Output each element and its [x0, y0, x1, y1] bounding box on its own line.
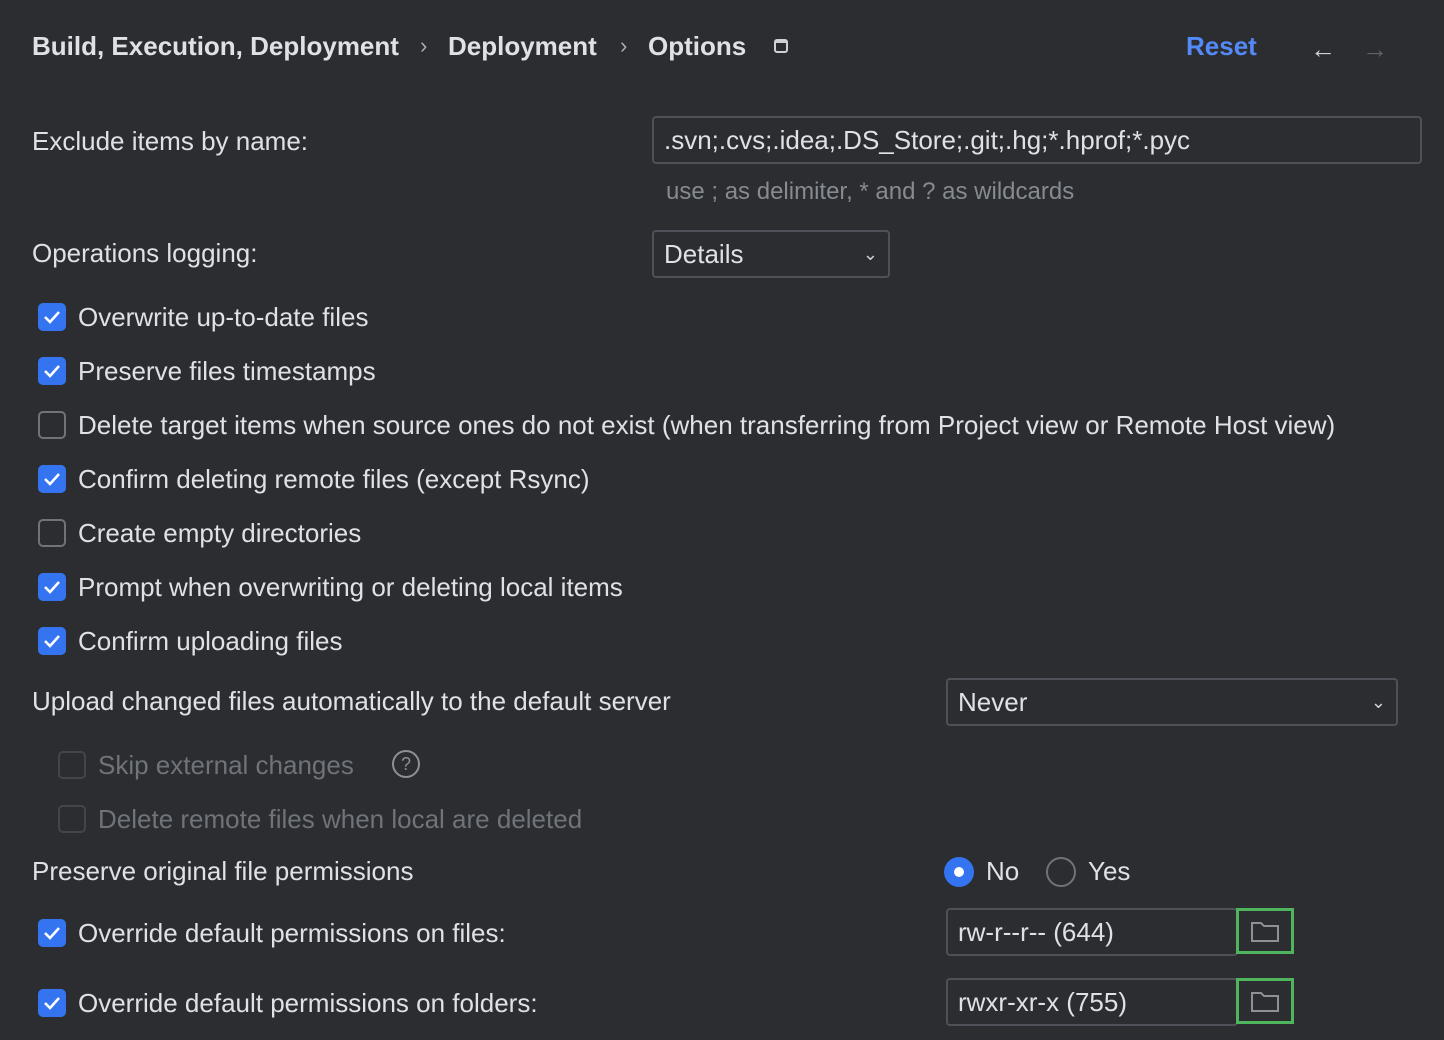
delete-remote-checkbox[interactable] [58, 805, 86, 833]
radio-no[interactable] [944, 857, 974, 887]
file-permissions-value: rw-r--r-- (644) [958, 917, 1114, 948]
skip-external-checkbox[interactable] [58, 751, 86, 779]
option-checkbox[interactable] [38, 519, 66, 547]
upload-label: Upload changed files automatically to th… [32, 686, 671, 717]
chevron-down-icon: ⌄ [863, 244, 878, 265]
chevron-right-icon: › [620, 33, 627, 59]
logging-label: Operations logging: [32, 238, 257, 269]
radio-no-label: No [986, 856, 1019, 887]
folder-icon [1250, 989, 1280, 1013]
file-permissions-input[interactable]: rw-r--r-- (644) [946, 908, 1238, 956]
upload-value: Never [958, 687, 1027, 718]
reset-button[interactable]: Reset [1186, 31, 1257, 62]
option-label: Preserve files timestamps [78, 356, 376, 387]
window-icon[interactable] [774, 39, 788, 53]
exclude-input[interactable]: .svn;.cvs;.idea;.DS_Store;.git;.hg;*.hpr… [652, 116, 1422, 164]
skip-external-label: Skip external changes [98, 750, 354, 781]
logging-value: Details [664, 239, 743, 270]
option-checkbox[interactable] [38, 303, 66, 331]
exclude-value: .svn;.cvs;.idea;.DS_Store;.git;.hg;*.hpr… [664, 125, 1190, 156]
override-folders-checkbox[interactable] [38, 989, 66, 1017]
delete-remote-label: Delete remote files when local are delet… [98, 804, 582, 835]
arrow-right-icon[interactable]: → [1362, 34, 1388, 65]
radio-yes-label: Yes [1088, 856, 1130, 887]
preserve-permissions-label: Preserve original file permissions [32, 856, 413, 887]
radio-yes[interactable] [1046, 857, 1076, 887]
option-label: Create empty directories [78, 518, 361, 549]
chevron-down-icon: ⌄ [1371, 692, 1386, 713]
exclude-hint: use ; as delimiter, * and ? as wildcards [666, 178, 1074, 206]
option-label: Delete target items when source ones do … [78, 410, 1335, 441]
option-label: Prompt when overwriting or deleting loca… [78, 572, 623, 603]
arrow-left-icon[interactable]: ← [1310, 34, 1336, 65]
option-label: Overwrite up-to-date files [78, 302, 368, 333]
breadcrumb-item[interactable]: Build, Execution, Deployment [32, 31, 399, 62]
override-files-checkbox[interactable] [38, 919, 66, 947]
chevron-right-icon: › [420, 33, 427, 59]
option-checkbox[interactable] [38, 411, 66, 439]
breadcrumb-item[interactable]: Deployment [448, 31, 597, 62]
folder-permissions-input[interactable]: rwxr-xr-x (755) [946, 978, 1238, 1026]
folder-permissions-browse-button[interactable] [1236, 978, 1294, 1024]
logging-dropdown[interactable]: Details ⌄ [652, 230, 890, 278]
override-folders-label: Override default permissions on folders: [78, 988, 538, 1019]
option-label: Confirm uploading files [78, 626, 342, 657]
upload-dropdown[interactable]: Never ⌄ [946, 678, 1398, 726]
option-checkbox[interactable] [38, 627, 66, 655]
option-checkbox[interactable] [38, 465, 66, 493]
breadcrumb-current: Options [648, 31, 746, 62]
folder-permissions-value: rwxr-xr-x (755) [958, 987, 1127, 1018]
help-icon[interactable]: ? [392, 750, 420, 778]
option-label: Confirm deleting remote files (except Rs… [78, 464, 590, 495]
file-permissions-browse-button[interactable] [1236, 908, 1294, 954]
exclude-label: Exclude items by name: [32, 126, 308, 157]
option-checkbox[interactable] [38, 573, 66, 601]
override-files-label: Override default permissions on files: [78, 918, 506, 949]
option-checkbox[interactable] [38, 357, 66, 385]
folder-icon [1250, 919, 1280, 943]
